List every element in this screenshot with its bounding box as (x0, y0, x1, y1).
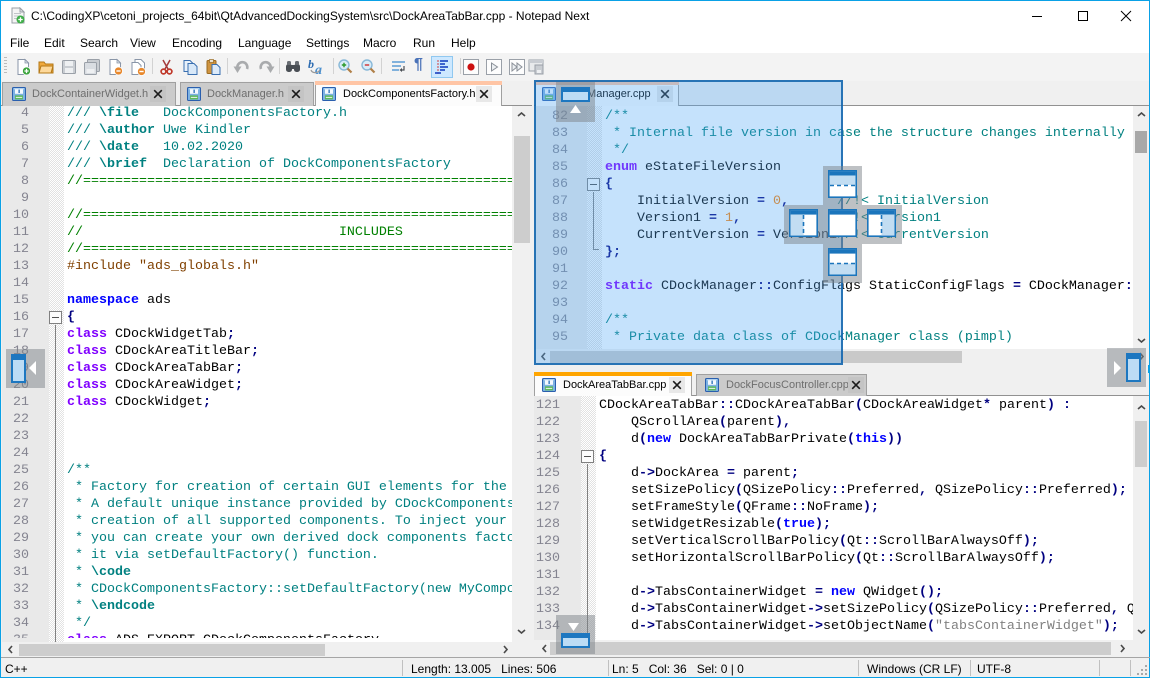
svg-text:a: a (315, 63, 322, 76)
svg-text:b: b (308, 58, 314, 71)
